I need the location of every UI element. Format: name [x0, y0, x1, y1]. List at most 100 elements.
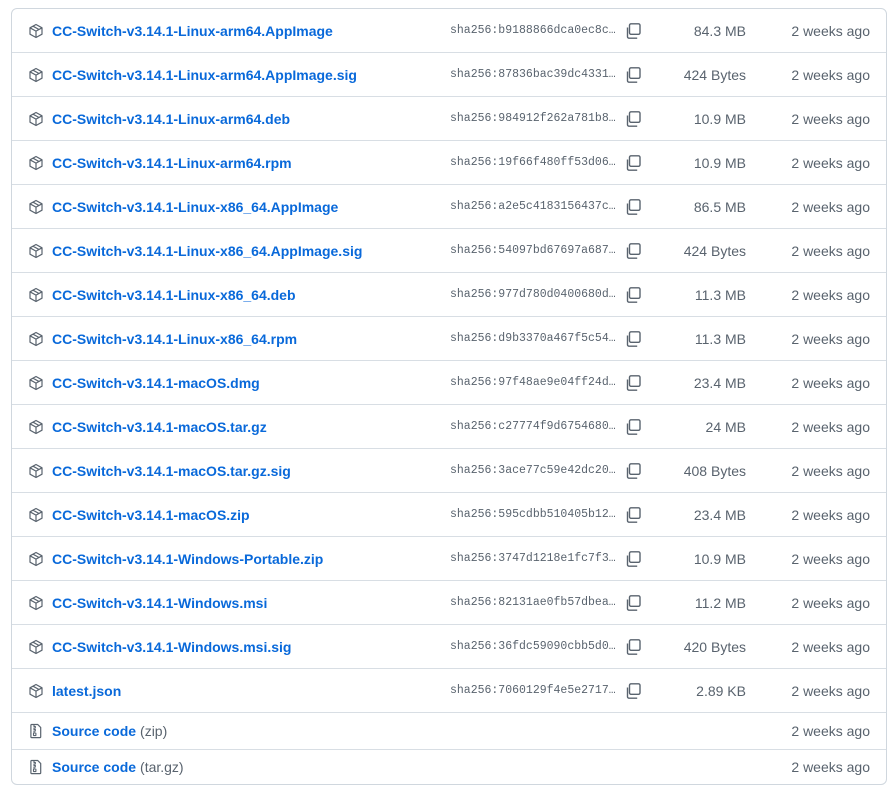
- asset-size: 10.9 MB: [693, 110, 746, 127]
- asset-link[interactable]: CC-Switch-v3.14.1-macOS.dmg: [52, 361, 260, 404]
- asset-time: 2 weeks ago: [791, 198, 870, 215]
- asset-sha256: sha256:c27774f9d67546807…: [450, 420, 618, 433]
- copy-icon[interactable]: [624, 682, 642, 700]
- asset-time: 2 weeks ago: [791, 242, 870, 259]
- asset-link[interactable]: CC-Switch-v3.14.1-Linux-arm64.AppImage.s…: [52, 53, 357, 96]
- asset-size: 420 Bytes: [683, 638, 746, 655]
- asset-link[interactable]: CC-Switch-v3.14.1-Linux-arm64.deb: [52, 97, 290, 140]
- asset-link[interactable]: CC-Switch-v3.14.1-Linux-x86_64.AppImage: [52, 185, 338, 228]
- asset-link[interactable]: CC-Switch-v3.14.1-Windows.msi.sig: [52, 625, 291, 668]
- source-code-targz-link[interactable]: Source code (tar.gz): [52, 750, 184, 784]
- source-code-zip-link[interactable]: Source code (zip): [52, 713, 167, 749]
- package-icon: [28, 683, 44, 699]
- asset-size: 408 Bytes: [683, 462, 746, 479]
- asset-link[interactable]: latest.json: [52, 669, 121, 712]
- package-icon: [28, 243, 44, 259]
- copy-icon[interactable]: [624, 286, 642, 304]
- asset-row: CC-Switch-v3.14.1-Linux-x86_64.AppImage.…: [12, 229, 886, 273]
- asset-time: 2 weeks ago: [791, 22, 870, 39]
- asset-row: CC-Switch-v3.14.1-Linux-x86_64.deb sha25…: [12, 273, 886, 317]
- copy-icon[interactable]: [624, 506, 642, 524]
- asset-link[interactable]: CC-Switch-v3.14.1-Linux-arm64.rpm: [52, 141, 292, 184]
- package-icon: [28, 551, 44, 567]
- asset-sha256: sha256:a2e5c4183156437c9…: [450, 200, 618, 213]
- package-icon: [28, 595, 44, 611]
- asset-row: CC-Switch-v3.14.1-macOS.zip sha256:595cd…: [12, 493, 886, 537]
- package-icon: [28, 67, 44, 83]
- asset-size: 2.89 KB: [696, 682, 746, 699]
- asset-link[interactable]: CC-Switch-v3.14.1-Linux-x86_64.AppImage.…: [52, 229, 362, 272]
- asset-time: 2 weeks ago: [791, 330, 870, 347]
- package-icon: [28, 331, 44, 347]
- asset-size: 24 MB: [705, 418, 746, 435]
- asset-size: 10.9 MB: [693, 550, 746, 567]
- package-icon: [28, 287, 44, 303]
- asset-row: CC-Switch-v3.14.1-Linux-x86_64.AppImage …: [12, 185, 886, 229]
- asset-link[interactable]: CC-Switch-v3.14.1-macOS.tar.gz.sig: [52, 449, 291, 492]
- asset-sha256: sha256:7060129f4e5e27178…: [450, 684, 618, 697]
- asset-row: CC-Switch-v3.14.1-macOS.tar.gz sha256:c2…: [12, 405, 886, 449]
- asset-size: 86.5 MB: [693, 198, 746, 215]
- asset-link[interactable]: CC-Switch-v3.14.1-Linux-x86_64.rpm: [52, 317, 297, 360]
- asset-link[interactable]: CC-Switch-v3.14.1-Windows.msi: [52, 581, 267, 624]
- asset-link[interactable]: CC-Switch-v3.14.1-Linux-arm64.AppImage: [52, 9, 333, 52]
- asset-row: latest.json sha256:7060129f4e5e27178… 2.…: [12, 669, 886, 713]
- copy-icon[interactable]: [624, 594, 642, 612]
- asset-time: 2 weeks ago: [791, 594, 870, 611]
- copy-icon[interactable]: [624, 110, 642, 128]
- asset-sha256: sha256:97f48ae9e04ff24de…: [450, 376, 618, 389]
- copy-icon[interactable]: [624, 418, 642, 436]
- copy-icon[interactable]: [624, 462, 642, 480]
- source-ext: (zip): [140, 723, 168, 739]
- asset-sha256: sha256:82131ae0fb57dbea5…: [450, 596, 618, 609]
- copy-icon[interactable]: [624, 242, 642, 260]
- package-icon: [28, 463, 44, 479]
- copy-icon[interactable]: [624, 22, 642, 40]
- asset-time: 2 weeks ago: [791, 110, 870, 127]
- asset-link[interactable]: CC-Switch-v3.14.1-macOS.zip: [52, 493, 250, 536]
- asset-row: CC-Switch-v3.14.1-Linux-x86_64.rpm sha25…: [12, 317, 886, 361]
- source-time: 2 weeks ago: [791, 723, 870, 739]
- asset-size: 11.3 MB: [694, 330, 746, 347]
- asset-size: 424 Bytes: [683, 242, 746, 259]
- package-icon: [28, 507, 44, 523]
- copy-icon[interactable]: [624, 154, 642, 172]
- copy-icon[interactable]: [624, 374, 642, 392]
- asset-link[interactable]: CC-Switch-v3.14.1-Windows-Portable.zip: [52, 537, 323, 580]
- asset-sha256: sha256:54097bd67697a6872…: [450, 244, 618, 257]
- asset-row: CC-Switch-v3.14.1-Windows.msi.sig sha256…: [12, 625, 886, 669]
- asset-sha256: sha256:3ace77c59e42dc208…: [450, 464, 618, 477]
- asset-time: 2 weeks ago: [791, 550, 870, 567]
- asset-row: CC-Switch-v3.14.1-Windows.msi sha256:821…: [12, 581, 886, 625]
- source-time: 2 weeks ago: [791, 759, 870, 775]
- copy-icon[interactable]: [624, 198, 642, 216]
- asset-time: 2 weeks ago: [791, 154, 870, 171]
- package-icon: [28, 155, 44, 171]
- source-label: Source code: [52, 723, 137, 739]
- asset-size: 23.4 MB: [693, 506, 746, 523]
- release-assets-list: CC-Switch-v3.14.1-Linux-arm64.AppImage s…: [11, 8, 887, 785]
- copy-icon[interactable]: [624, 550, 642, 568]
- copy-icon[interactable]: [624, 638, 642, 656]
- asset-size: 11.2 MB: [694, 594, 746, 611]
- file-zip-icon: [28, 723, 44, 739]
- asset-row: CC-Switch-v3.14.1-Linux-arm64.rpm sha256…: [12, 141, 886, 185]
- asset-size: 23.4 MB: [693, 374, 746, 391]
- copy-icon[interactable]: [624, 330, 642, 348]
- asset-link[interactable]: CC-Switch-v3.14.1-Linux-x86_64.deb: [52, 273, 296, 316]
- asset-row: CC-Switch-v3.14.1-Linux-arm64.deb sha256…: [12, 97, 886, 141]
- asset-row: CC-Switch-v3.14.1-Windows-Portable.zip s…: [12, 537, 886, 581]
- asset-sha256: sha256:36fdc59090cbb5d07…: [450, 640, 618, 653]
- asset-row: CC-Switch-v3.14.1-macOS.tar.gz.sig sha25…: [12, 449, 886, 493]
- source-label: Source code: [52, 759, 137, 775]
- asset-link[interactable]: CC-Switch-v3.14.1-macOS.tar.gz: [52, 405, 267, 448]
- asset-row: CC-Switch-v3.14.1-Linux-arm64.AppImage.s…: [12, 53, 886, 97]
- asset-sha256: sha256:3747d1218e1fc7f36…: [450, 552, 618, 565]
- package-icon: [28, 23, 44, 39]
- asset-time: 2 weeks ago: [791, 418, 870, 435]
- package-icon: [28, 199, 44, 215]
- asset-time: 2 weeks ago: [791, 462, 870, 479]
- asset-sha256: sha256:d9b3370a467f5c54f…: [450, 332, 618, 345]
- asset-sha256: sha256:977d780d0400680d8…: [450, 288, 618, 301]
- copy-icon[interactable]: [624, 66, 642, 84]
